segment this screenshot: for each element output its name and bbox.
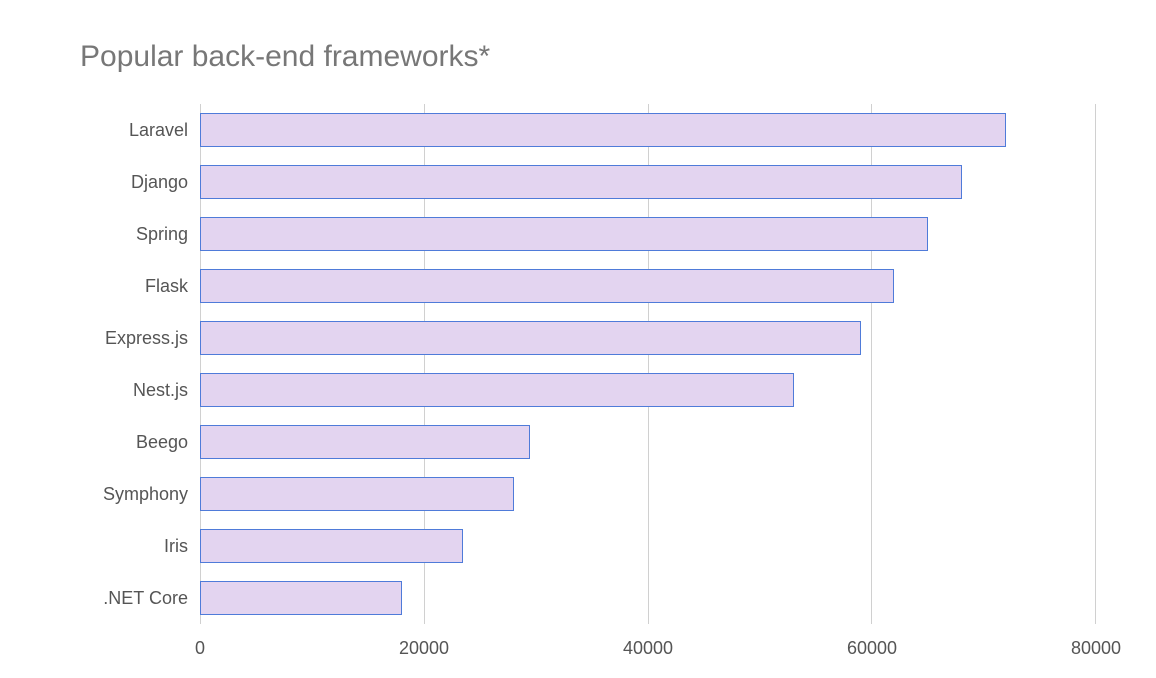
bar-spring	[200, 217, 928, 251]
x-tick-label: 20000	[399, 638, 449, 659]
y-tick-label: Symphony	[30, 468, 200, 520]
y-tick-label: Express.js	[30, 312, 200, 364]
bar-symphony	[200, 477, 514, 511]
y-tick-label: .NET Core	[30, 572, 200, 624]
bar-row	[200, 260, 1096, 312]
bar-row	[200, 520, 1096, 572]
chart-title: Popular back-end frameworks*	[20, 20, 1116, 104]
bar-row	[200, 312, 1096, 364]
bar-beego	[200, 425, 530, 459]
bars-container	[200, 104, 1096, 624]
bar-iris	[200, 529, 463, 563]
x-tick-label: 60000	[847, 638, 897, 659]
x-axis: 0 20000 40000 60000 80000	[200, 624, 1096, 664]
bar-row	[200, 208, 1096, 260]
y-axis-labels: Laravel Django Spring Flask Express.js N…	[30, 104, 200, 624]
y-tick-label: Beego	[30, 416, 200, 468]
plot-region	[200, 104, 1096, 624]
x-tick-label: 80000	[1071, 638, 1121, 659]
bar-nestjs	[200, 373, 794, 407]
y-tick-label: Nest.js	[30, 364, 200, 416]
bar-flask	[200, 269, 894, 303]
bar-row	[200, 156, 1096, 208]
y-tick-label: Flask	[30, 260, 200, 312]
bar-laravel	[200, 113, 1006, 147]
bar-row	[200, 572, 1096, 624]
chart-plot-area: Laravel Django Spring Flask Express.js N…	[20, 104, 1116, 624]
y-tick-label: Spring	[30, 208, 200, 260]
x-tick-label: 0	[195, 638, 205, 659]
bar-expressjs	[200, 321, 861, 355]
bar-row	[200, 104, 1096, 156]
bar-row	[200, 468, 1096, 520]
y-tick-label: Laravel	[30, 104, 200, 156]
y-tick-label: Iris	[30, 520, 200, 572]
bar-row	[200, 416, 1096, 468]
bar-django	[200, 165, 962, 199]
bar-row	[200, 364, 1096, 416]
bar-dotnetcore	[200, 581, 402, 615]
y-tick-label: Django	[30, 156, 200, 208]
x-tick-label: 40000	[623, 638, 673, 659]
